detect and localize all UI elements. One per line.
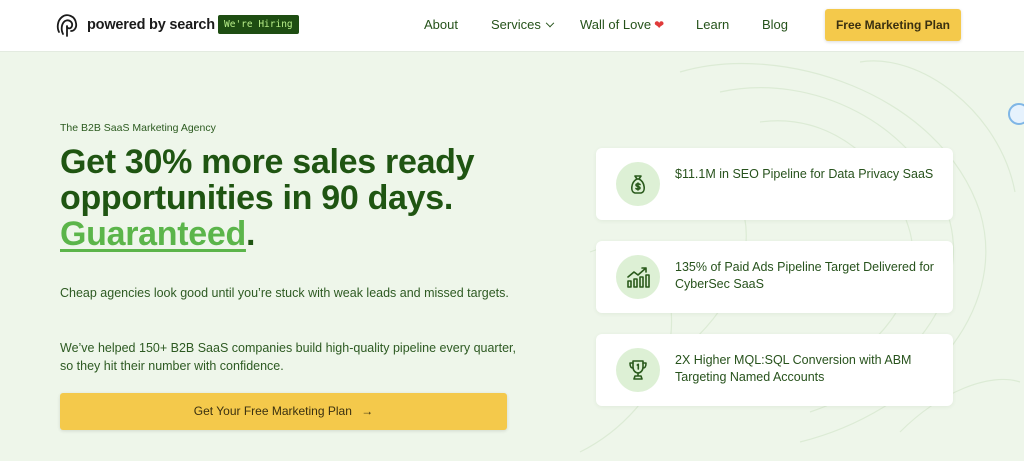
trophy-icon	[616, 348, 660, 392]
result-card-paid-ads: 135% of Paid Ads Pipeline Target Deliver…	[596, 241, 953, 313]
money-bag-icon	[616, 162, 660, 206]
site-header: powered by search We're Hiring About Ser…	[0, 0, 1024, 52]
get-free-marketing-plan-button[interactable]: Get Your Free Marketing Plan →	[60, 393, 507, 430]
free-marketing-plan-button[interactable]: Free Marketing Plan	[825, 9, 961, 41]
result-card-seo: $11.1M in SEO Pipeline for Data Privacy …	[596, 148, 953, 220]
heart-icon: ❤	[654, 18, 665, 32]
chevron-down-icon	[545, 18, 555, 28]
hero-headline: Get 30% more sales ready opportunities i…	[60, 144, 540, 252]
nav-blog[interactable]: Blog	[762, 17, 788, 32]
card-text: 2X Higher MQL:SQL Conversion with ABM Ta…	[675, 353, 912, 384]
growth-chart-icon	[616, 255, 660, 299]
hero-paragraph-2: We’ve helped 150+ B2B SaaS companies bui…	[60, 341, 516, 373]
nav-learn[interactable]: Learn	[696, 17, 729, 32]
logo-text: powered by search	[87, 17, 215, 33]
hero-eyebrow: The B2B SaaS Marketing Agency	[60, 122, 216, 134]
nav-about[interactable]: About	[424, 17, 458, 32]
headline-line-2: opportunities in 90 days.	[60, 179, 454, 217]
arrow-right-icon: →	[361, 404, 374, 418]
card-text: $11.1M in SEO Pipeline for Data Privacy …	[675, 167, 934, 181]
fingerprint-logo-icon	[56, 14, 78, 37]
headline-line-1: Get 30% more sales ready	[60, 143, 475, 181]
floating-chat-badge[interactable]	[1008, 103, 1024, 125]
nav-services[interactable]: Services	[491, 17, 555, 32]
logo[interactable]: powered by search	[54, 12, 215, 38]
nav-wall-of-love-label: Wall of Love	[580, 17, 652, 32]
headline-period: .	[245, 215, 256, 253]
cta-label: Get Your Free Marketing Plan	[193, 404, 352, 418]
nav-services-label: Services	[491, 17, 541, 32]
nav-wall-of-love[interactable]: Wall of Love ❤	[580, 17, 664, 32]
result-card-abm: 2X Higher MQL:SQL Conversion with ABM Ta…	[596, 334, 953, 406]
hiring-badge[interactable]: We're Hiring	[218, 15, 299, 34]
headline-accent: Guaranteed	[60, 215, 246, 253]
headline-line-3: Guaranteed.	[60, 216, 540, 252]
hero-paragraph-1: Cheap agencies look good until you’re st…	[60, 286, 509, 300]
card-text: 135% of Paid Ads Pipeline Target Deliver…	[675, 260, 934, 291]
